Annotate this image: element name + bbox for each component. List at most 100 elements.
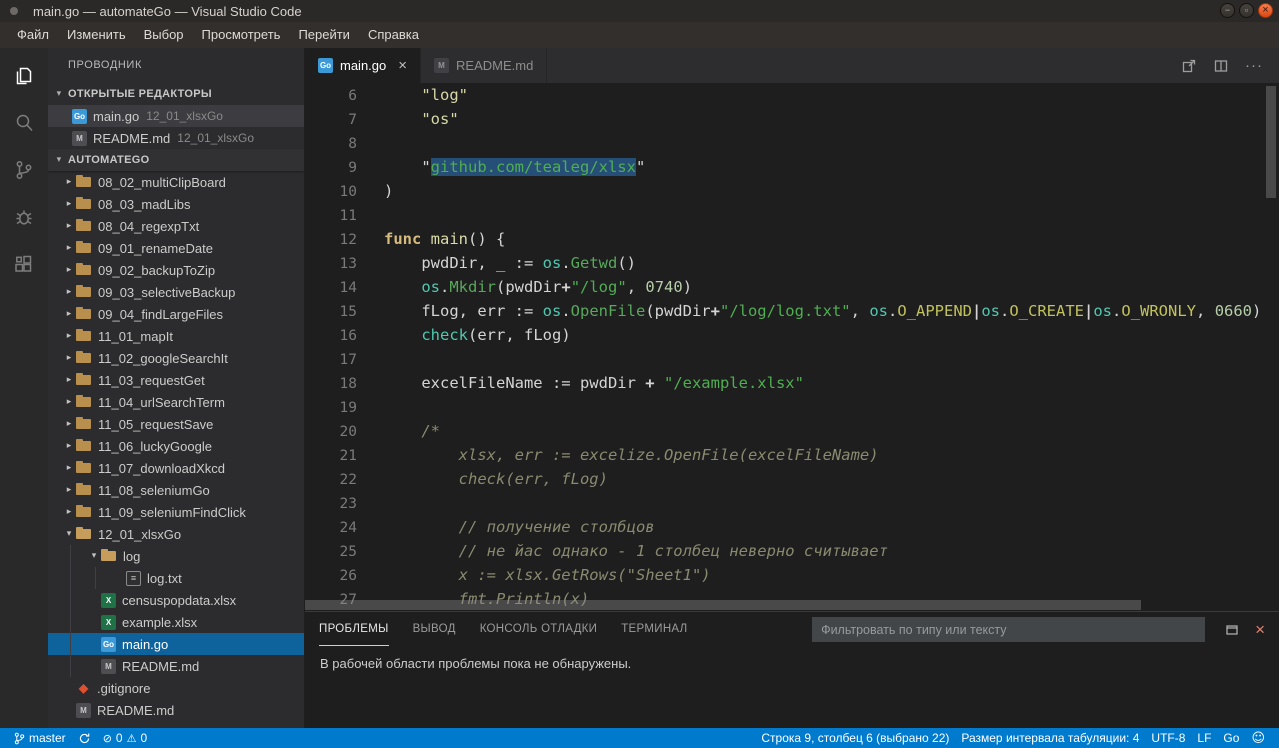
tree-folder-11_09_seleniumFindClick[interactable]: ▸11_09_seleniumFindClick — [48, 501, 304, 523]
line-number: 7 — [305, 108, 384, 132]
activity-source-control[interactable] — [0, 146, 48, 193]
chevron-right-icon[interactable]: ▸ — [62, 485, 76, 495]
tree-folder-09_02_backupToZip[interactable]: ▸09_02_backupToZip — [48, 259, 304, 281]
chevron-right-icon[interactable]: ▸ — [62, 243, 76, 253]
md-file-icon: M — [434, 58, 449, 73]
tree-folder-08_02_multiClipBoard[interactable]: ▸08_02_multiClipBoard — [48, 171, 304, 193]
tree-folder-11_07_downloadXkcd[interactable]: ▸11_07_downloadXkcd — [48, 457, 304, 479]
chevron-down-icon[interactable]: ▾ — [87, 551, 101, 561]
sync-button[interactable] — [72, 728, 97, 748]
menu-item-go[interactable]: Перейти — [289, 22, 359, 48]
problems-indicator[interactable]: ⊘ 0 ⚠ 0 — [97, 728, 153, 748]
chevron-right-icon[interactable]: ▸ — [62, 463, 76, 473]
feedback-smiley[interactable]: ☺ — [1245, 728, 1271, 748]
tree-folder-12_01_xlsxGo[interactable]: ▾12_01_xlsxGo — [48, 523, 304, 545]
open-editor-item[interactable]: MREADME.md12_01_xlsxGo — [48, 127, 304, 149]
tab-main-go[interactable]: Go main.go × — [305, 48, 421, 83]
tree-folder-11_08_seleniumGo[interactable]: ▸11_08_seleniumGo — [48, 479, 304, 501]
chevron-right-icon[interactable]: ▸ — [62, 199, 76, 209]
tree-folder-08_04_regexpTxt[interactable]: ▸08_04_regexpTxt — [48, 215, 304, 237]
tree-file-censuspopdata.xlsx[interactable]: Xcensuspopdata.xlsx — [48, 589, 304, 611]
chevron-right-icon[interactable]: ▸ — [62, 177, 76, 187]
folder-icon — [76, 241, 92, 255]
minimize-button[interactable]: − — [1220, 3, 1235, 18]
code-line: 21 xlsx, err := excelize.OpenFile(excelF… — [305, 443, 1279, 467]
tree-folder-11_01_mapIt[interactable]: ▸11_01_mapIt — [48, 325, 304, 347]
code-editor[interactable]: 6 "log"7 "os"89 "github.com/tealeg/xlsx"… — [305, 83, 1279, 611]
open-changes-icon[interactable] — [1181, 58, 1197, 74]
split-editor-icon[interactable] — [1213, 58, 1229, 74]
eol-indicator[interactable]: LF — [1191, 728, 1217, 748]
open-editor-item[interactable]: Gomain.go12_01_xlsxGo — [48, 105, 304, 127]
tree-folder-09_04_findLargeFiles[interactable]: ▸09_04_findLargeFiles — [48, 303, 304, 325]
tree-folder-11_02_googleSearchIt[interactable]: ▸11_02_googleSearchIt — [48, 347, 304, 369]
menu-item-edit[interactable]: Изменить — [58, 22, 135, 48]
code-text: // не йас однако - 1 столбец неверно счи… — [384, 542, 888, 560]
cursor-position-indicator[interactable]: Строка 9, столбец 6 (выбрано 22) — [755, 728, 955, 748]
line-number: 16 — [305, 324, 384, 348]
chevron-right-icon[interactable]: ▸ — [62, 265, 76, 275]
chevron-right-icon[interactable]: ▸ — [62, 287, 76, 297]
warning-count: 0 — [140, 731, 147, 745]
chevron-right-icon[interactable]: ▸ — [62, 331, 76, 341]
open-editors-header[interactable]: ▾ ОТКРЫТЫЕ РЕДАКТОРЫ — [48, 83, 304, 105]
menu-item-view[interactable]: Просмотреть — [193, 22, 290, 48]
tab-readme-md[interactable]: M README.md — [421, 48, 547, 83]
indent-guide — [95, 567, 112, 589]
close-panel-icon[interactable]: × — [1255, 621, 1265, 638]
folder-icon — [101, 549, 117, 563]
tree-folder-09_01_renameDate[interactable]: ▸09_01_renameDate — [48, 237, 304, 259]
problems-filter-input[interactable] — [812, 617, 1205, 642]
tree-folder-11_04_urlSearchTerm[interactable]: ▸11_04_urlSearchTerm — [48, 391, 304, 413]
workspace-header[interactable]: ▾ AUTOMATEGO — [48, 149, 304, 171]
code-line: 10) — [305, 179, 1279, 203]
app-menu-dot[interactable] — [10, 7, 18, 15]
vertical-scrollbar[interactable] — [1266, 86, 1276, 198]
tree-file-main.go[interactable]: Gomain.go — [48, 633, 304, 655]
menu-item-file[interactable]: Файл — [8, 22, 58, 48]
chevron-right-icon[interactable]: ▸ — [62, 507, 76, 517]
panel-tab-problems[interactable]: ПРОБЛЕМЫ — [319, 613, 389, 646]
open-editor-detail: 12_01_xlsxGo — [146, 109, 223, 123]
git-branch-indicator[interactable]: master — [8, 728, 72, 748]
activity-debug[interactable] — [0, 193, 48, 240]
close-tab-icon[interactable]: × — [398, 58, 407, 73]
horizontal-scrollbar[interactable] — [305, 600, 1141, 610]
tree-folder-log[interactable]: ▾log — [48, 545, 304, 567]
panel-header: ПРОБЛЕМЫ ВЫВОД КОНСОЛЬ ОТЛАДКИ ТЕРМИНАЛ × — [305, 612, 1279, 647]
chevron-right-icon[interactable]: ▸ — [62, 397, 76, 407]
tree-file-README.md[interactable]: MREADME.md — [48, 655, 304, 677]
tree-file-.gitignore[interactable]: ◆.gitignore — [48, 677, 304, 699]
tree-file-README.md[interactable]: MREADME.md — [48, 699, 304, 721]
tree-folder-11_03_requestGet[interactable]: ▸11_03_requestGet — [48, 369, 304, 391]
tree-folder-08_03_madLibs[interactable]: ▸08_03_madLibs — [48, 193, 304, 215]
chevron-right-icon[interactable]: ▸ — [62, 221, 76, 231]
encoding-indicator[interactable]: UTF-8 — [1145, 728, 1191, 748]
tree-folder-11_06_luckyGoogle[interactable]: ▸11_06_luckyGoogle — [48, 435, 304, 457]
chevron-right-icon[interactable]: ▸ — [62, 375, 76, 385]
chevron-right-icon[interactable]: ▸ — [62, 441, 76, 451]
chevron-right-icon[interactable]: ▸ — [62, 353, 76, 363]
tree-file-log.txt[interactable]: ≡log.txt — [48, 567, 304, 589]
chevron-right-icon[interactable]: ▸ — [62, 309, 76, 319]
panel-tab-debug-console[interactable]: КОНСОЛЬ ОТЛАДКИ — [480, 613, 598, 646]
activity-extensions[interactable] — [0, 240, 48, 287]
code-line: 7 "os" — [305, 107, 1279, 131]
chevron-down-icon[interactable]: ▾ — [62, 529, 76, 539]
panel-tab-terminal[interactable]: ТЕРМИНАЛ — [621, 613, 687, 646]
panel-tab-output[interactable]: ВЫВОД — [413, 613, 456, 646]
close-button[interactable]: × — [1258, 3, 1273, 18]
tree-folder-11_05_requestSave[interactable]: ▸11_05_requestSave — [48, 413, 304, 435]
tree-file-example.xlsx[interactable]: Xexample.xlsx — [48, 611, 304, 633]
maximize-panel-icon[interactable] — [1225, 623, 1239, 637]
language-indicator[interactable]: Go — [1217, 728, 1245, 748]
menu-item-selection[interactable]: Выбор — [135, 22, 193, 48]
activity-explorer[interactable] — [0, 52, 48, 99]
maximize-button[interactable]: ▫ — [1239, 3, 1254, 18]
activity-search[interactable] — [0, 99, 48, 146]
more-actions-icon[interactable]: ··· — [1245, 57, 1263, 74]
indentation-indicator[interactable]: Размер интервала табуляции: 4 — [955, 728, 1145, 748]
menu-item-help[interactable]: Справка — [359, 22, 428, 48]
chevron-right-icon[interactable]: ▸ — [62, 419, 76, 429]
tree-folder-09_03_selectiveBackup[interactable]: ▸09_03_selectiveBackup — [48, 281, 304, 303]
